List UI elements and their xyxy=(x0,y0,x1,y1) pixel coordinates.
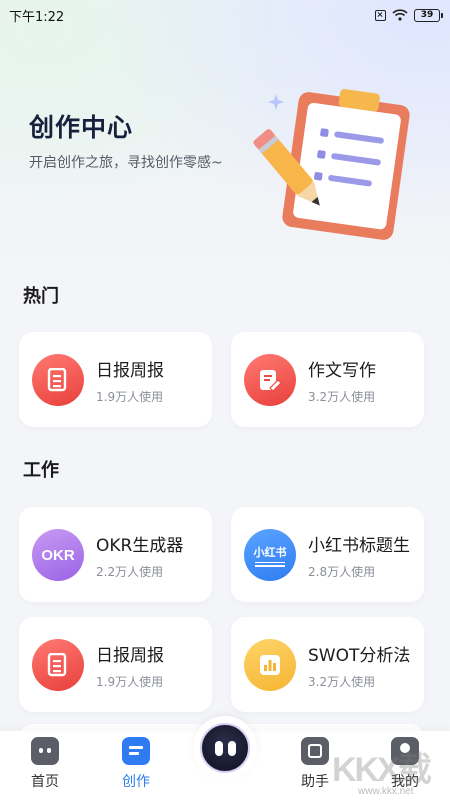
assistant-robot-button[interactable] xyxy=(193,716,257,780)
tool-card-title: 日报周报 xyxy=(96,361,164,381)
create-icon xyxy=(122,737,150,765)
document-icon xyxy=(32,354,84,406)
tool-card-usage: 3.2万人使用 xyxy=(308,390,376,404)
home-icon xyxy=(31,737,59,765)
tool-card-okr-generator[interactable]: OKR OKR生成器 2.2万人使用 xyxy=(19,507,212,602)
document-icon xyxy=(32,639,84,691)
tool-card-usage: 2.8万人使用 xyxy=(308,565,376,579)
tool-card-title: 作文写作 xyxy=(308,361,376,381)
tool-card-usage: 2.2万人使用 xyxy=(96,565,164,579)
status-time: 下午1:22 xyxy=(9,9,65,25)
tool-card-usage: 1.9万人使用 xyxy=(96,390,164,404)
tab-label: 创作 xyxy=(122,774,150,790)
page-title: 创作中心 xyxy=(29,113,134,142)
section-title-hot: 热门 xyxy=(23,286,59,307)
tool-card-usage: 1.9万人使用 xyxy=(96,675,164,689)
assistant-icon xyxy=(301,737,329,765)
tool-card-essay-writing[interactable]: 作文写作 3.2万人使用 xyxy=(231,332,424,427)
battery-icon: 39 xyxy=(414,8,443,22)
tool-card-usage: 3.2万人使用 xyxy=(308,675,376,689)
edit-document-icon xyxy=(244,354,296,406)
tool-card-title: OKR生成器 xyxy=(96,536,184,556)
tool-card-daily-report[interactable]: 日报周报 1.9万人使用 xyxy=(19,332,212,427)
tool-card-daily-report-work[interactable]: 日报周报 1.9万人使用 xyxy=(19,617,212,712)
no-sim-icon xyxy=(375,9,386,21)
watermark-logo: KKX载 xyxy=(332,751,432,789)
status-icons: 39 xyxy=(375,8,443,22)
status-bar: 下午1:22 39 xyxy=(0,0,450,30)
bar-chart-icon xyxy=(244,639,296,691)
tool-card-swot-analysis[interactable]: SWOT分析法 3.2万人使用 xyxy=(231,617,424,712)
page-subtitle: 开启创作之旅，寻找创作零感~ xyxy=(29,155,223,171)
tab-home[interactable]: 首页 xyxy=(15,737,75,791)
xiaohongshu-icon: 小红书 xyxy=(244,529,296,581)
robot-icon xyxy=(200,723,250,773)
section-title-work: 工作 xyxy=(23,460,59,481)
wifi-icon xyxy=(392,9,408,21)
tool-card-title: 小红书标题生 xyxy=(308,536,410,556)
tab-label: 助手 xyxy=(301,774,329,790)
okr-icon: OKR xyxy=(32,529,84,581)
tool-card-title: 日报周报 xyxy=(96,646,164,666)
tab-label: 首页 xyxy=(31,774,59,790)
watermark-url: www.kkx.net xyxy=(358,786,414,797)
clipboard-pencil-illustration xyxy=(253,89,410,240)
tool-card-xiaohongshu-title[interactable]: 小红书 小红书标题生 2.8万人使用 xyxy=(231,507,424,602)
tool-card-title: SWOT分析法 xyxy=(308,646,411,666)
tab-create[interactable]: 创作 xyxy=(106,737,166,791)
